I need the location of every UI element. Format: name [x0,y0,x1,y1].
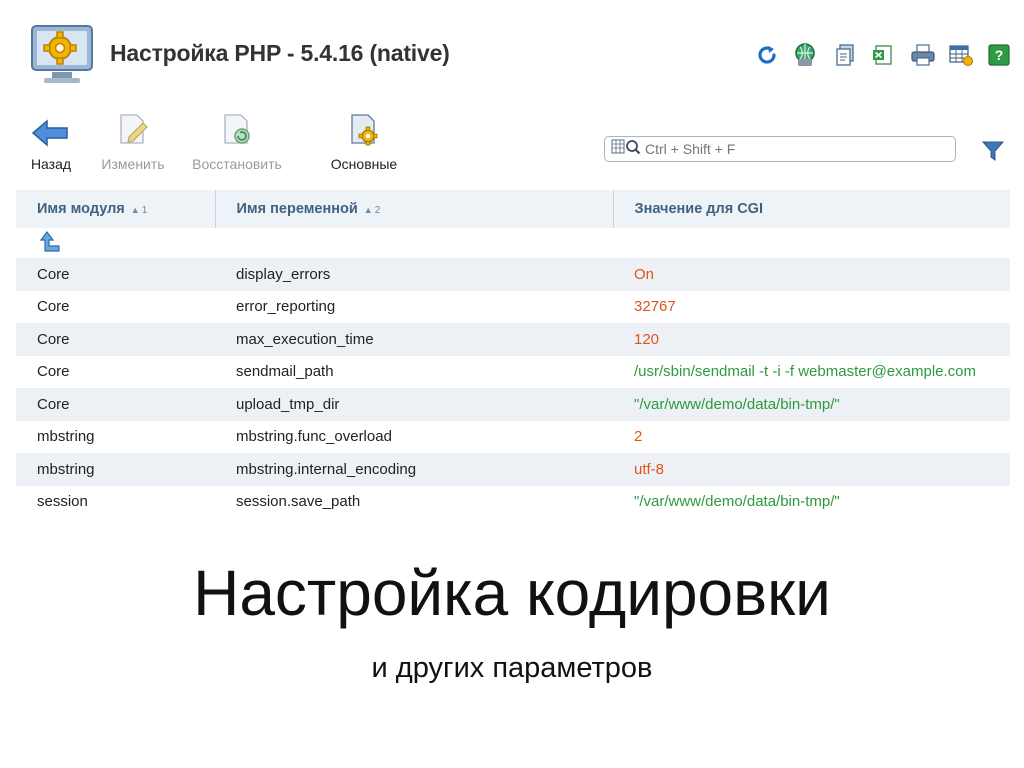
module-cell: Core [16,323,215,356]
export-excel-icon[interactable] [868,40,898,70]
variable-cell: mbstring.internal_encoding [215,453,613,486]
table-row[interactable]: mbstring mbstring.internal_encoding utf-8 [16,453,1010,486]
back-button[interactable]: Назад [18,112,84,176]
table-row[interactable]: Core sendmail_path/usr/sbin/sendmail -t -… [16,355,1010,388]
php-settings-app-icon [30,22,96,88]
search-table-icon [611,138,641,161]
edit-button-label: Изменить [101,156,165,172]
table-row[interactable]: Core error_reporting 32767 [16,290,1010,323]
table-settings-icon[interactable] [946,40,976,70]
filter-icon[interactable] [980,138,1006,164]
back-arrow-icon [31,119,71,152]
module-cell: Core [16,290,215,323]
search-input[interactable] [645,141,945,157]
restore-button[interactable]: Восстановить [184,112,290,176]
page-title: Настройка PHP - 5.4.16 (native) [110,40,450,66]
basic-settings-button-label: Основные [330,156,398,172]
value-cell: utf-8 [613,453,1010,486]
value-cell: "/var/www/demo/data/bin-tmp/" [613,485,1010,518]
variable-cell: sendmail_path [215,355,613,388]
sort-asc-icon: ▲ [363,205,373,215]
sort-asc-icon: ▲ [130,205,140,215]
variable-cell: error_reporting [215,290,613,323]
module-cell: mbstring [16,453,215,486]
table-row[interactable]: Core max_execution_time 120 [16,323,1010,356]
variable-cell: session.save_path [215,485,613,518]
table-header-row: Имя модуля ▲ 1 Имя переменной ▲ 2 Значение д… [16,190,1010,228]
network-globe-icon[interactable] [790,40,820,70]
basic-settings-gear-icon [348,111,380,152]
table-row[interactable]: session session.save_path "/var/www/demo/d… [16,485,1010,518]
php-settings-table: Имя модуля ▲ 1 Имя переменной ▲ 2 Значение д… [16,190,1010,518]
table-row[interactable]: Core display_errors On [16,258,1010,291]
variable-cell: max_execution_time [215,323,613,356]
column-header-label: Имя модуля [37,201,125,217]
help-icon[interactable]: ? [984,40,1014,70]
column-header-label: Значение для CGI [634,201,763,217]
refresh-icon[interactable] [752,40,782,70]
module-cell: session [16,485,215,518]
value-cell: 32767 [613,290,1010,323]
variable-cell: upload_tmp_dir [215,388,613,421]
parent-level-row [16,228,1010,258]
value-cell: On [613,258,1010,291]
value-cell: /usr/sbin/sendmail -t -i -f webmaster@ex… [613,355,1010,388]
value-cell: 2 [613,420,1010,453]
search-box [604,136,956,162]
variable-cell: display_errors [215,258,613,291]
column-header-label: Имя переменной [236,201,358,217]
slide-title: Настройка кодировки [193,557,831,629]
table-row[interactable]: mbstring mbstring.func_overload 2 [16,420,1010,453]
table-row[interactable]: Core upload_tmp_dir "/var/www/demo/data/bi… [16,388,1010,421]
sort-order-number: 1 [141,205,148,216]
up-level-icon[interactable] [37,231,63,256]
value-cell: "/var/www/demo/data/bin-tmp/" [613,388,1010,421]
parent-level-cell [16,228,1010,258]
copy-pages-icon[interactable] [830,40,860,70]
basic-settings-button[interactable]: Основные [322,112,406,176]
column-header-module[interactable]: Имя модуля ▲ 1 [16,190,216,228]
module-cell: mbstring [16,420,215,453]
print-icon[interactable] [908,40,938,70]
edit-document-icon [117,111,149,152]
module-cell: Core [16,388,215,421]
edit-button[interactable]: Изменить [96,112,170,176]
module-cell: Core [16,355,215,388]
module-cell: Core [16,258,215,291]
value-cell: 120 [613,323,1010,356]
svg-text:?: ? [995,47,1004,63]
variable-cell: mbstring.func_overload [215,420,613,453]
column-header-variable[interactable]: Имя переменной ▲ 2 [215,190,614,228]
back-button-label: Назад [30,156,72,172]
column-header-value[interactable]: Значение для CGI [613,190,1010,228]
toolbar: Назад Изменить Восстановить Основные [18,112,438,176]
restore-button-label: Восстановить [192,156,282,172]
sort-order-number: 2 [374,205,381,216]
restore-document-icon [221,111,253,152]
slide-subtitle: и других параметров [371,652,653,684]
